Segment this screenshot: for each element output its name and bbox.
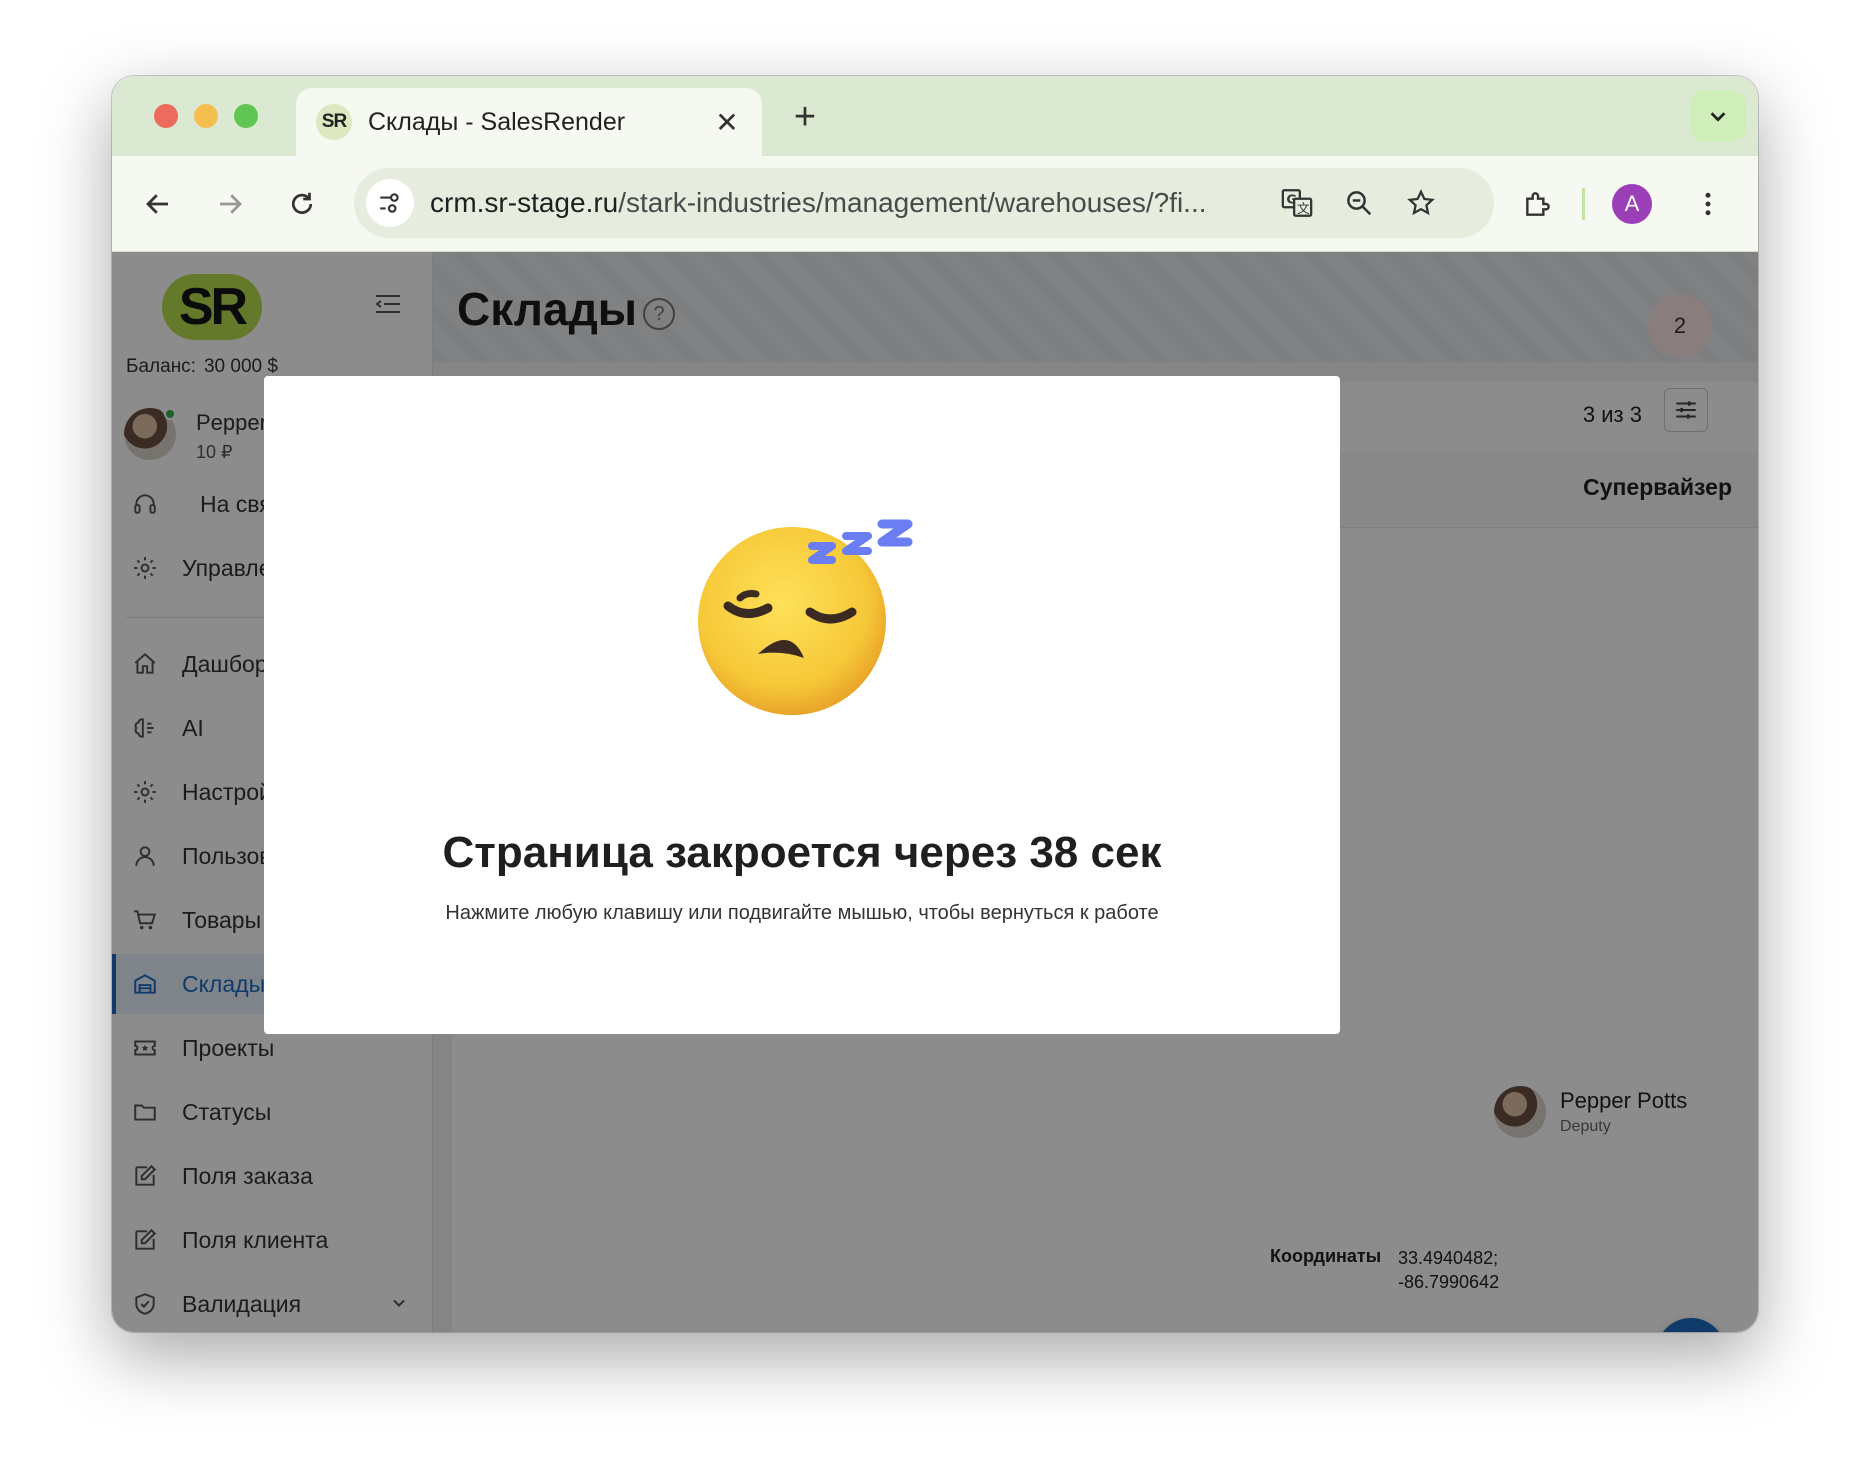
reload-button[interactable] — [280, 182, 324, 226]
kebab-menu-icon — [1705, 192, 1711, 216]
favicon-icon: SR — [316, 104, 352, 140]
maximize-window-button[interactable] — [234, 104, 258, 128]
chevron-down-icon — [1710, 112, 1726, 122]
back-button[interactable] — [136, 182, 180, 226]
puzzle-icon — [1526, 192, 1550, 216]
modal-subtitle: Нажмите любую клавишу или подвигайте мыш… — [445, 902, 1159, 924]
tab-close-icon[interactable]: ✕ — [712, 106, 742, 139]
tab-title: Склады - SalesRender — [368, 107, 626, 136]
browser-window: SR Склады - SalesRender ✕ + crm.sr-stage… — [112, 76, 1758, 1332]
close-window-button[interactable] — [154, 104, 178, 128]
sleeping-face-icon — [682, 506, 922, 731]
reload-icon — [291, 192, 313, 214]
minimize-window-button[interactable] — [194, 104, 218, 128]
site-settings-icon[interactable] — [366, 179, 414, 227]
idle-modal: Страница закроется через 38 сек Нажмите … — [264, 376, 1340, 1034]
browser-tab[interactable]: SR Склады - SalesRender ✕ — [296, 88, 762, 156]
browser-toolbar: crm.sr-stage.ru/stark-industries/managem… — [112, 156, 1758, 252]
new-tab-button[interactable]: + — [780, 92, 830, 142]
browser-menu-button[interactable] — [1686, 182, 1730, 226]
arrow-right-icon — [220, 194, 242, 214]
address-bar[interactable]: crm.sr-stage.ru/stark-industries/managem… — [354, 168, 1494, 238]
url-path: /stark-industries/management/warehouses/… — [618, 187, 1207, 218]
extensions-button[interactable] — [1516, 182, 1560, 226]
tab-search-button[interactable] — [1690, 90, 1746, 142]
modal-title: Страница закроется через 38 сек — [442, 828, 1162, 877]
arrow-left-icon — [146, 194, 168, 214]
bookmark-star-icon[interactable] — [1396, 178, 1446, 228]
toolbar-separator — [1582, 188, 1585, 220]
forward-button[interactable] — [208, 182, 252, 226]
svg-text:文: 文 — [1297, 202, 1310, 217]
url-host: crm.sr-stage.ru — [430, 187, 619, 218]
url-text[interactable]: crm.sr-stage.ru/stark-industries/managem… — [430, 187, 1260, 219]
profile-avatar[interactable]: A — [1612, 184, 1652, 224]
tab-strip: SR Склады - SalesRender ✕ + — [112, 76, 1758, 156]
translate-icon[interactable]: G文 — [1272, 178, 1322, 228]
app-content: SR Баланс: 30 000 $ Pepper Potts 10 ₽ На … — [112, 252, 1758, 1332]
zoom-icon[interactable] — [1334, 178, 1384, 228]
